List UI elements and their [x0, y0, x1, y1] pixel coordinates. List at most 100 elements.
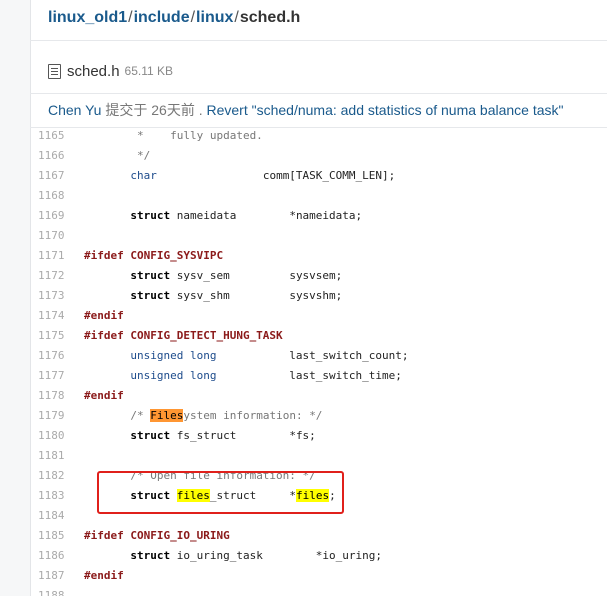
code-token: nameidata *nameidata; [170, 209, 363, 222]
line-number[interactable]: 1172 [38, 266, 66, 286]
code-text: char comm[TASK_COMM_LEN]; [84, 166, 395, 186]
line-number[interactable]: 1181 [38, 446, 66, 466]
search-highlight: Files [150, 409, 184, 422]
code-token: #endif [84, 569, 124, 582]
code-text: #ifdef CONFIG_DETECT_HUNG_TASK [84, 326, 283, 346]
code-text: #endif [84, 306, 124, 326]
commit-info: Chen Yu 提交于 26天前 . Revert "sched/numa: a… [48, 100, 564, 120]
code-line: 1178 #endif [30, 386, 607, 406]
commit-action: 提交于 [105, 102, 148, 118]
line-number[interactable]: 1178 [38, 386, 66, 406]
code-token: sysv_shm sysvshm; [170, 289, 343, 302]
header-divider [30, 40, 607, 41]
code-token: * fully updated. [84, 129, 263, 142]
line-number[interactable]: 1186 [38, 546, 66, 566]
line-number[interactable]: 1175 [38, 326, 66, 346]
line-number[interactable]: 1180 [38, 426, 66, 446]
code-token: sysv_sem sysvsem; [170, 269, 343, 282]
file-icon [48, 63, 61, 79]
code-line: 1187 #endif [30, 566, 607, 586]
code-text: /* Filesystem information: */ [84, 406, 322, 426]
code-text: struct sysv_sem sysvsem; [84, 266, 342, 286]
red-callout-box [97, 471, 344, 514]
breadcrumb-include[interactable]: include [134, 9, 190, 26]
code-text: struct fs_struct *fs; [84, 426, 316, 446]
code-line: 1188 [30, 586, 607, 596]
code-line: 1176 unsigned long last_switch_count; [30, 346, 607, 366]
code-text: * fully updated. [84, 128, 263, 146]
code-token: struct [130, 549, 171, 562]
code-text: #endif [84, 386, 124, 406]
code-token: #endif [84, 389, 124, 402]
line-number[interactable]: 1179 [38, 406, 66, 426]
code-text: struct nameidata *nameidata; [84, 206, 362, 226]
line-number[interactable]: 1174 [38, 306, 66, 326]
line-number[interactable]: 1187 [38, 566, 66, 586]
code-token: unsigned long [130, 349, 217, 362]
breadcrumb-repo[interactable]: linux_old1 [48, 9, 127, 26]
code-token: struct [130, 289, 171, 302]
code-line: 1170 [30, 226, 607, 246]
commit-time: 26天前 [151, 102, 195, 118]
line-number[interactable]: 1177 [38, 366, 66, 386]
line-number[interactable]: 1165 [38, 128, 66, 146]
code-line: 1173 struct sysv_shm sysvshm; [30, 286, 607, 306]
commit-message[interactable]: Revert "sched/numa: add statistics of nu… [207, 102, 564, 118]
line-number[interactable]: 1173 [38, 286, 66, 306]
line-number[interactable]: 1166 [38, 146, 66, 166]
code-line: 1177 unsigned long last_switch_time; [30, 366, 607, 386]
code-text: unsigned long last_switch_time; [84, 366, 402, 386]
code-text: #endif [84, 566, 124, 586]
line-number[interactable]: 1170 [38, 226, 66, 246]
code-text: #ifdef CONFIG_SYSVIPC [84, 246, 223, 266]
commit-author[interactable]: Chen Yu [48, 102, 101, 118]
breadcrumb-linux[interactable]: linux [196, 9, 233, 26]
code-token: comm[TASK_COMM_LEN]; [156, 169, 396, 182]
commit-separator: . [198, 102, 203, 118]
code-token: fs_struct *fs; [170, 429, 316, 442]
line-number[interactable]: 1169 [38, 206, 66, 226]
code-token: #ifdef CONFIG_DETECT_HUNG_TASK [84, 329, 283, 342]
line-number[interactable]: 1184 [38, 506, 66, 526]
code-line: 1186 struct io_uring_task *io_uring; [30, 546, 607, 566]
code-token: io_uring_task *io_uring; [170, 549, 383, 562]
code-line: 1169 struct nameidata *nameidata; [30, 206, 607, 226]
code-line: 1172 struct sysv_sem sysvsem; [30, 266, 607, 286]
file-size: 65.11 KB [124, 64, 174, 78]
code-token: struct [130, 269, 171, 282]
code-line: 1181 [30, 446, 607, 466]
breadcrumb: linux_old1/include/linux/sched.h [48, 9, 300, 33]
code-line: 1165 * fully updated. [30, 128, 607, 146]
line-number[interactable]: 1171 [38, 246, 66, 266]
code-line: 1179 /* Filesystem information: */ [30, 406, 607, 426]
line-number[interactable]: 1188 [38, 586, 66, 596]
code-text: struct io_uring_task *io_uring; [84, 546, 382, 566]
code-token: unsigned long [130, 369, 217, 382]
code-line: 1168 [30, 186, 607, 206]
line-number[interactable]: 1182 [38, 466, 66, 486]
code-line: 1175 #ifdef CONFIG_DETECT_HUNG_TASK [30, 326, 607, 346]
line-number[interactable]: 1183 [38, 486, 66, 506]
code-token: /* [130, 409, 151, 422]
code-token: char [130, 169, 157, 182]
line-number[interactable]: 1185 [38, 526, 66, 546]
line-number[interactable]: 1168 [38, 186, 66, 206]
breadcrumb-current-file: sched.h [239, 9, 301, 26]
code-line: 1185 #ifdef CONFIG_IO_URING [30, 526, 607, 546]
line-number[interactable]: 1167 [38, 166, 66, 186]
code-text: */ [84, 146, 150, 166]
code-token: #endif [84, 309, 124, 322]
line-number[interactable]: 1176 [38, 346, 66, 366]
code-token: last_switch_count; [216, 349, 409, 362]
code-text: struct sysv_shm sysvshm; [84, 286, 342, 306]
code-line: 1174 #endif [30, 306, 607, 326]
code-token: #ifdef CONFIG_IO_URING [84, 529, 230, 542]
code-viewer: 1165 * fully updated. 1166 */1167 char co… [30, 128, 607, 596]
file-name: sched.h [67, 62, 120, 80]
